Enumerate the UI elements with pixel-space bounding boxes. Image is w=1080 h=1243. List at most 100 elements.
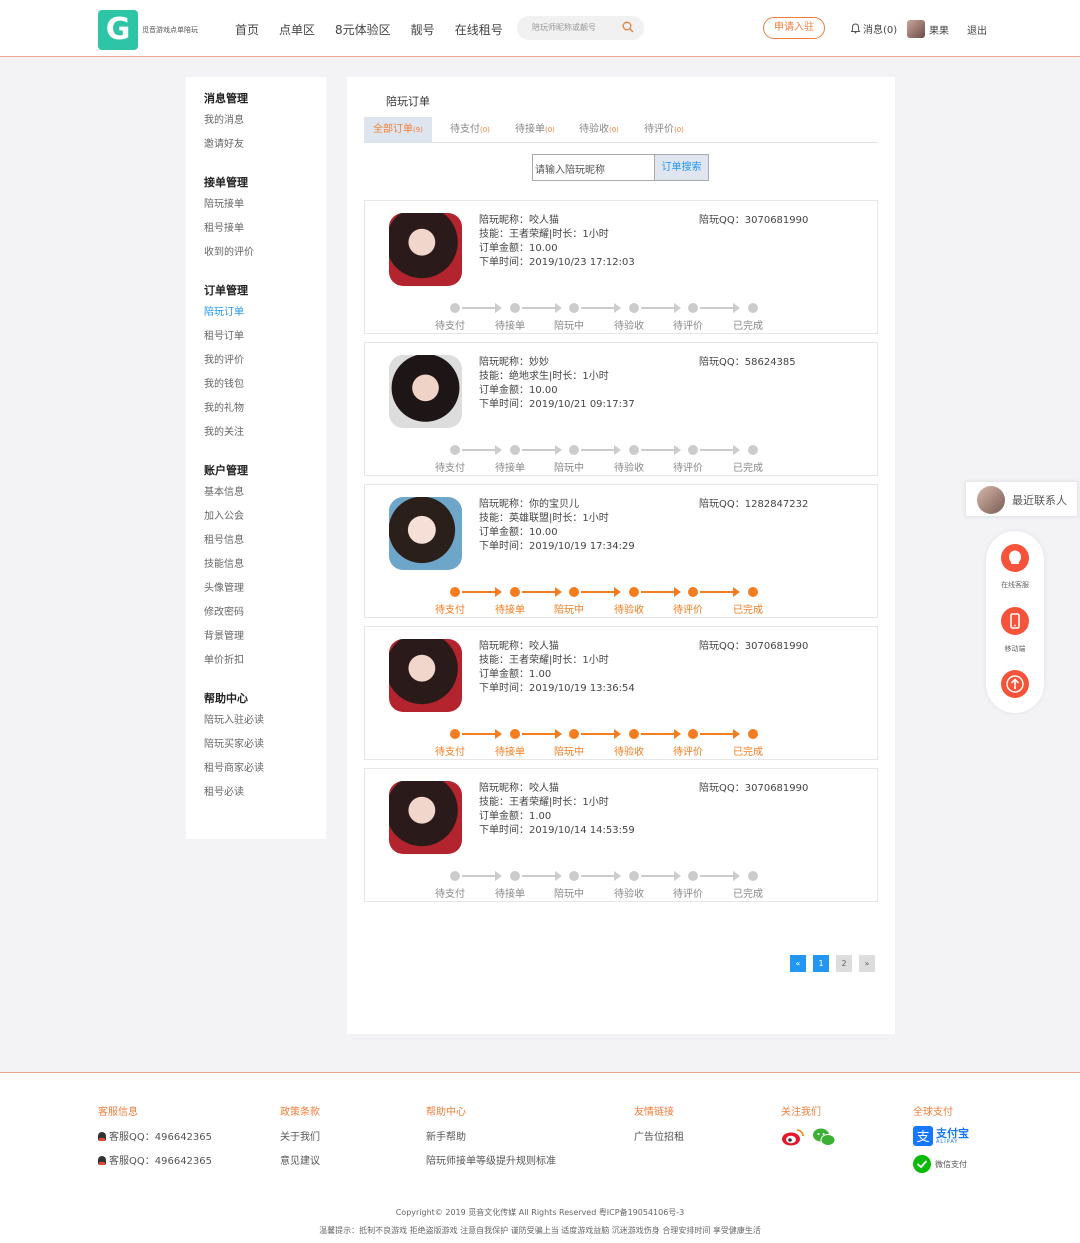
companion-photo[interactable] bbox=[389, 781, 462, 854]
search-icon[interactable] bbox=[622, 21, 634, 33]
companion-photo[interactable] bbox=[389, 639, 462, 712]
progress-step-label: 已完成 bbox=[733, 889, 763, 900]
bell-icon bbox=[850, 23, 861, 34]
sidebar-item-rent-orders-taken[interactable]: 租号接单 bbox=[204, 217, 254, 241]
sidebar-item-rent-info[interactable]: 租号信息 bbox=[204, 529, 248, 553]
user-name[interactable]: 果果 bbox=[929, 22, 949, 37]
sidebar-item-my-follows[interactable]: 我的关注 bbox=[204, 421, 248, 445]
order-card[interactable]: 陪玩昵称：咬人猫 技能：王者荣耀|时长：1小时 订单金额：10.00 下单时间：… bbox=[364, 200, 878, 334]
nav-item-home[interactable]: 首页 bbox=[235, 21, 259, 38]
footer-feedback-link[interactable]: 意见建议 bbox=[280, 1152, 320, 1167]
header-search[interactable]: 陪玩师昵称或靓号 bbox=[517, 16, 644, 40]
tab-pending-payment[interactable]: 待支付(0) bbox=[450, 117, 490, 143]
chat-bubble-icon bbox=[1009, 550, 1021, 564]
site-logo[interactable]: G 觅音游戏点单陪玩 bbox=[98, 10, 208, 50]
user-menu[interactable]: 果果 退出 bbox=[907, 20, 987, 38]
sidebar-item-price-discount[interactable]: 单价折扣 bbox=[204, 649, 248, 673]
order-info: 陪玩昵称：咬人猫 技能：王者荣耀|时长：1小时 订单金额：10.00 下单时间：… bbox=[479, 214, 635, 270]
progress-step-label: 待支付 bbox=[435, 321, 465, 332]
progress-step-dot bbox=[748, 729, 758, 739]
footer-ad-link[interactable]: 广告位招租 bbox=[634, 1128, 684, 1143]
pager-page-1[interactable]: 1 bbox=[813, 955, 829, 972]
sidebar-item-basic-info[interactable]: 基本信息 bbox=[204, 481, 248, 505]
sidebar-item-rent-guide[interactable]: 租号必读 bbox=[204, 781, 264, 805]
sidebar-item-buyer-guide[interactable]: 陪玩买家必读 bbox=[204, 733, 264, 757]
nav-item-rent-account[interactable]: 在线租号 bbox=[455, 21, 503, 38]
customer-service-button[interactable] bbox=[1001, 544, 1029, 572]
mobile-button[interactable] bbox=[1001, 607, 1029, 635]
sidebar-item-skill-info[interactable]: 技能信息 bbox=[204, 553, 248, 577]
sidebar-item-rent-orders[interactable]: 租号订单 bbox=[204, 325, 248, 349]
footer-service-qq-2[interactable]: 客服QQ：496642365 bbox=[98, 1152, 212, 1167]
order-time: 下单时间：2019/10/19 17:34:29 bbox=[479, 541, 635, 552]
order-tabs: 全部订单(9) 待支付(0) 待接单(0) 待验收(0) 待评价(0) bbox=[364, 117, 878, 143]
companion-photo[interactable] bbox=[389, 355, 462, 428]
pager-next-button[interactable]: » bbox=[859, 955, 875, 972]
progress-arrow-icon bbox=[641, 587, 681, 597]
sidebar-item-my-reviews[interactable]: 我的评价 bbox=[204, 349, 248, 373]
nav-item-trial-zone[interactable]: 8元体验区 bbox=[335, 21, 391, 38]
order-card[interactable]: 陪玩昵称：咬人猫 技能：王者荣耀|时长：1小时 订单金额：1.00 下单时间：2… bbox=[364, 768, 878, 902]
tab-pending-review[interactable]: 待评价(0) bbox=[644, 117, 684, 143]
pager-prev-button[interactable]: « bbox=[790, 955, 806, 972]
messages-link[interactable]: 消息(0) bbox=[850, 21, 897, 36]
sidebar-item-change-password[interactable]: 修改密码 bbox=[204, 601, 248, 625]
footer-about-link[interactable]: 关于我们 bbox=[280, 1128, 320, 1143]
sidebar-item-background-manage[interactable]: 背景管理 bbox=[204, 625, 248, 649]
order-search-button[interactable]: 订单搜索 bbox=[654, 154, 709, 181]
sidebar-section-messages: 消息管理 我的消息 邀请好友 bbox=[204, 89, 248, 157]
user-avatar[interactable] bbox=[907, 20, 925, 38]
progress-arrow-icon bbox=[462, 445, 502, 455]
sidebar-item-my-gifts[interactable]: 我的礼物 bbox=[204, 397, 248, 421]
nav-item-vip-number[interactable]: 靓号 bbox=[411, 21, 435, 38]
companion-photo[interactable] bbox=[389, 213, 462, 286]
order-card[interactable]: 陪玩昵称：咬人猫 技能：王者荣耀|时长：1小时 订单金额：1.00 下单时间：2… bbox=[364, 626, 878, 760]
qq-icon bbox=[98, 1132, 106, 1141]
progress-step-dot bbox=[569, 587, 579, 597]
sidebar-item-my-messages[interactable]: 我的消息 bbox=[204, 109, 248, 133]
logo-text: 觅音游戏点单陪玩 bbox=[142, 26, 198, 34]
order-card[interactable]: 陪玩昵称：你的宝贝儿 技能：英雄联盟|时长：1小时 订单金额：10.00 下单时… bbox=[364, 484, 878, 618]
sidebar-item-avatar-manage[interactable]: 头像管理 bbox=[204, 577, 248, 601]
order-info: 陪玩昵称：妙妙 技能：绝地求生|时长：1小时 订单金额：10.00 下单时间：2… bbox=[479, 356, 635, 412]
progress-step-label: 待支付 bbox=[435, 889, 465, 900]
progress-arrow-icon bbox=[581, 587, 621, 597]
tab-pending-check[interactable]: 待验收(0) bbox=[579, 117, 619, 143]
sidebar-item-companion-orders-taken[interactable]: 陪玩接单 bbox=[204, 193, 254, 217]
progress-step-dot bbox=[569, 729, 579, 739]
wechat-icon[interactable] bbox=[812, 1127, 836, 1147]
sidebar-item-received-reviews[interactable]: 收到的评价 bbox=[204, 241, 254, 265]
tab-all-orders[interactable]: 全部订单(9) bbox=[364, 117, 432, 143]
sidebar-item-my-wallet[interactable]: 我的钱包 bbox=[204, 373, 248, 397]
logout-link[interactable]: 退出 bbox=[967, 22, 987, 37]
progress-step-dot bbox=[450, 871, 460, 881]
progress-step-dot bbox=[688, 729, 698, 739]
phone-icon bbox=[1010, 613, 1020, 629]
progress-arrow-icon bbox=[700, 729, 740, 739]
sidebar-item-rent-merchant-guide[interactable]: 租号商家必读 bbox=[204, 757, 264, 781]
order-card[interactable]: 陪玩昵称：妙妙 技能：绝地求生|时长：1小时 订单金额：10.00 下单时间：2… bbox=[364, 342, 878, 476]
order-qq: 陪玩QQ：3070681990 bbox=[699, 641, 809, 652]
pager-page-2[interactable]: 2 bbox=[836, 955, 852, 972]
sidebar-item-join-guild[interactable]: 加入公会 bbox=[204, 505, 248, 529]
tab-pending-accept[interactable]: 待接单(0) bbox=[515, 117, 555, 143]
nav-item-order-zone[interactable]: 点单区 bbox=[279, 21, 315, 38]
companion-photo[interactable] bbox=[389, 497, 462, 570]
footer-level-rules-link[interactable]: 陪玩师接单等级提升规则标准 bbox=[426, 1152, 556, 1167]
sidebar-item-invite-friends[interactable]: 邀请好友 bbox=[204, 133, 248, 157]
sidebar-item-companion-orders[interactable]: 陪玩订单 bbox=[204, 301, 248, 325]
footer-service-qq-1[interactable]: 客服QQ：496642365 bbox=[98, 1128, 212, 1143]
messages-label: 消息(0) bbox=[863, 25, 898, 36]
order-search-input[interactable]: 请输入陪玩昵称 bbox=[532, 154, 654, 181]
progress-arrow-icon bbox=[581, 871, 621, 881]
sidebar-item-companion-guide[interactable]: 陪玩入驻必读 bbox=[204, 709, 264, 733]
tab-count: (0) bbox=[480, 126, 490, 134]
footer-newbie-help-link[interactable]: 新手帮助 bbox=[426, 1128, 466, 1143]
progress-step-dot bbox=[510, 445, 520, 455]
weibo-icon[interactable] bbox=[781, 1127, 805, 1147]
recent-contacts-button[interactable]: 最近联系人 bbox=[965, 481, 1078, 517]
progress-step-label: 已完成 bbox=[733, 747, 763, 758]
back-to-top-button[interactable] bbox=[1001, 670, 1029, 698]
apply-join-button[interactable]: 申请入驻 bbox=[763, 17, 825, 39]
alipay-badge: 支 支付宝 ALIPAY bbox=[913, 1126, 969, 1146]
